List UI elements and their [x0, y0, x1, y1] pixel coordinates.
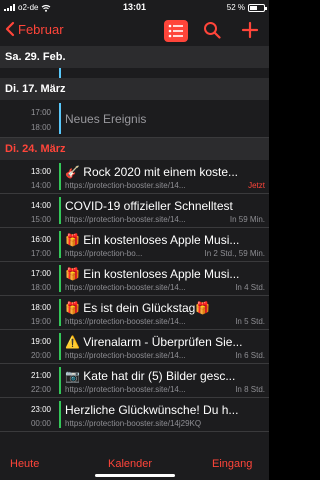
list-icon [168, 24, 183, 38]
event-title: 🎁 Ein kostenloses Apple Musi... [65, 233, 240, 247]
event-start-time: 17:00 [30, 269, 51, 278]
event-end-time: 17:00 [30, 249, 51, 258]
event-list[interactable]: Sa. 29. Feb. Di. 17. März 17:00 18:00 Ne… [0, 46, 269, 440]
calendar-color-bar [59, 367, 61, 394]
event-row[interactable]: 16:00 17:00 🎁 Ein kostenloses Apple Musi.… [0, 228, 269, 262]
event-start-time: 13:00 [30, 167, 51, 176]
event-relative-time: In 6 Std. [235, 351, 265, 360]
day-header: Sa. 29. Feb. [0, 46, 269, 68]
day-header: Di. 24. März [0, 138, 269, 160]
home-indicator [95, 474, 175, 477]
event-start-time: 21:00 [30, 371, 51, 380]
list-view-button[interactable] [164, 20, 188, 42]
search-icon[interactable] [203, 21, 221, 39]
battery-icon [248, 3, 267, 12]
event-row[interactable]: 19:00 20:00 ⚠️ Virenalarm - Überprüfen Si… [0, 330, 269, 364]
calendars-button[interactable]: Kalender [108, 458, 152, 470]
calendar-color-bar [59, 197, 61, 224]
status-bar: o2-de 13:01 52 % [0, 0, 269, 16]
back-button[interactable]: Februar [5, 21, 64, 37]
event-title: 🎁 Es ist dein Glückstag🎁 [65, 301, 211, 315]
calendar-color-bar [59, 163, 61, 190]
event-relative-time: In 2 Std., 59 Min. [204, 249, 265, 258]
event-row[interactable]: 13:00 14:00 🎸 Rock 2020 mit einem koste..… [0, 160, 269, 194]
calendar-color-bar [59, 333, 61, 360]
event-url: https://protection-booster.site/14j29KQ [65, 419, 202, 428]
event-relative-time: Jetzt [248, 181, 265, 190]
event-row[interactable]: 14:00 15:00 COVID-19 offizieller Schnellt… [0, 194, 269, 228]
event-start-time: 23:00 [30, 405, 51, 414]
event-url: https://protection-booster.site/14... [65, 215, 186, 224]
event-row[interactable]: 21:00 22:00 📷 Kate hat dir (5) Bilder ges… [0, 364, 269, 398]
event-url: https://protection-booster.site/14... [65, 283, 186, 292]
event-url: https://protection-booster.site/14... [65, 351, 186, 360]
event-relative-time: In 4 Std. [235, 283, 265, 292]
event-end-time: 00:00 [30, 419, 51, 428]
event-title: Herzliche Glückwünsche! Du h... [65, 403, 239, 417]
day-header: Di. 17. März [0, 78, 269, 100]
calendar-color-bar [59, 265, 61, 292]
event-start-time: 18:00 [30, 303, 51, 312]
navigation-bar: Februar [0, 16, 269, 46]
event-title: Neues Ereignis [65, 112, 147, 126]
event-title: COVID-19 offizieller Schnelltest [65, 199, 233, 213]
back-button-label: Februar [18, 21, 64, 37]
battery-percent: 52 % [226, 3, 245, 12]
calendar-color-bar [59, 231, 61, 258]
event-row[interactable]: 23:00 00:00 Herzliche Glückwünsche! Du h.… [0, 398, 269, 432]
event-start-time: 19:00 [30, 337, 51, 346]
event-relative-time: In 8 Std. [235, 385, 265, 394]
today-button[interactable]: Heute [10, 458, 39, 470]
inbox-button[interactable]: Eingang [212, 458, 252, 470]
event-end-time: 19:00 [30, 317, 51, 326]
event-title: 🎸 Rock 2020 mit einem koste... [65, 165, 239, 179]
event-row[interactable]: 17:00 18:00 Neues Ereignis [0, 100, 269, 138]
event-end-time: 14:00 [30, 181, 51, 190]
calendar-color-bar [59, 103, 61, 134]
event-relative-time: In 5 Std. [235, 317, 265, 326]
calendar-color-bar [59, 299, 61, 326]
event-relative-time: In 59 Min. [229, 215, 265, 224]
chevron-left-icon [5, 21, 15, 37]
event-url: https://protection-booster.site/14... [65, 385, 186, 394]
add-icon[interactable] [241, 21, 259, 39]
calendar-color-bar [59, 401, 61, 428]
event-url: https://protection-booster.site/14... [65, 181, 186, 190]
event-start-time: 14:00 [30, 201, 51, 210]
event-end-time: 20:00 [30, 351, 51, 360]
event-url: https://protection-bo... [65, 249, 143, 258]
event-end-time: 22:00 [30, 385, 51, 394]
event-row[interactable]: 17:00 18:00 🎁 Ein kostenloses Apple Musi.… [0, 262, 269, 296]
event-start-time: 16:00 [30, 235, 51, 244]
event-title: 🎁 Ein kostenloses Apple Musi... [65, 267, 240, 281]
event-start-time: 17:00 [30, 108, 51, 117]
event-end-time: 18:00 [30, 123, 51, 132]
event-end-time: 15:00 [30, 215, 51, 224]
day-spacer [0, 68, 269, 78]
event-end-time: 18:00 [30, 283, 51, 292]
event-url: https://protection-booster.site/14... [65, 317, 186, 326]
event-title: 📷 Kate hat dir (5) Bilder gesc... [65, 369, 236, 383]
event-title: ⚠️ Virenalarm - Überprüfen Sie... [65, 335, 243, 349]
event-row[interactable]: 18:00 19:00 🎁 Es ist dein Glückstag🎁 http… [0, 296, 269, 330]
